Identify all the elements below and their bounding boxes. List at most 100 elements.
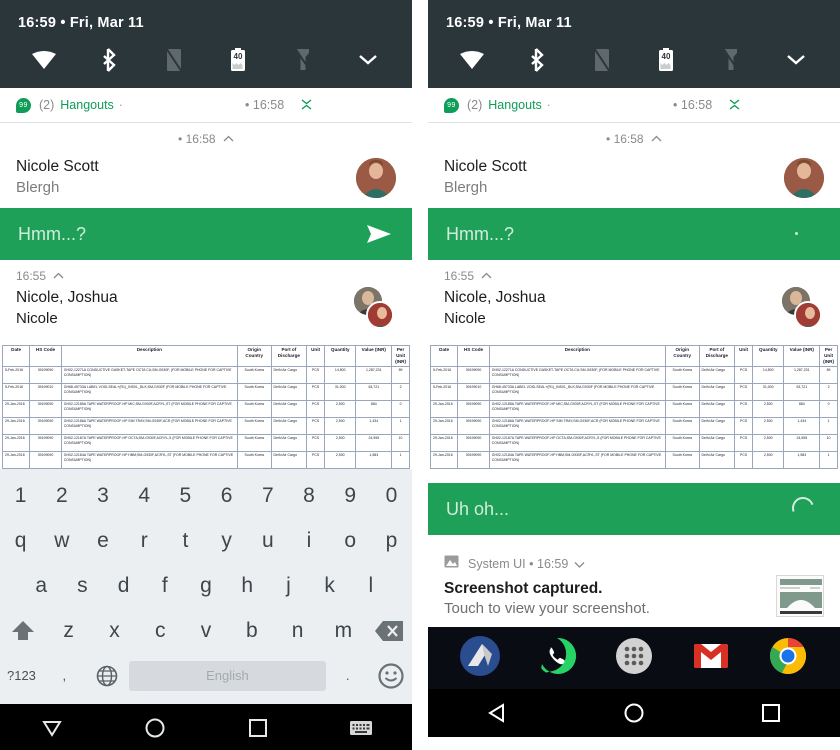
key-n[interactable]: n xyxy=(275,608,321,653)
chevron-down-icon[interactable] xyxy=(350,45,386,75)
back-triangle-icon[interactable] xyxy=(428,702,565,724)
flashlight-off-icon[interactable] xyxy=(285,45,321,75)
battery-40-icon[interactable]: 40 xyxy=(648,45,684,75)
dock-item[interactable] xyxy=(749,636,826,681)
key-b[interactable]: b xyxy=(229,608,275,653)
chrome-icon[interactable] xyxy=(768,636,808,681)
key-u[interactable]: u xyxy=(247,518,288,563)
conversation-1-time-row[interactable]: • 16:58 xyxy=(0,123,412,152)
chevron-up-icon[interactable] xyxy=(651,131,662,145)
conversation-1-row-right[interactable]: Nicole Scott Blergh xyxy=(428,152,840,208)
key-e[interactable]: e xyxy=(82,518,123,563)
conversation-1-row[interactable]: Nicole Scott Blergh xyxy=(0,152,412,208)
conversation-1-time-row-right[interactable]: • 16:58 xyxy=(428,123,840,152)
app-drawer-icon[interactable] xyxy=(614,636,654,681)
key-9[interactable]: 9 xyxy=(330,473,371,518)
key-6[interactable]: 6 xyxy=(206,473,247,518)
news-app-icon[interactable] xyxy=(460,635,501,681)
chevron-down-icon[interactable] xyxy=(778,45,814,75)
dock-item[interactable] xyxy=(442,635,519,681)
wifi-icon[interactable] xyxy=(26,45,62,75)
key-3[interactable]: 3 xyxy=(82,473,123,518)
battery-40-icon[interactable]: 40 xyxy=(220,45,256,75)
flashlight-off-icon[interactable] xyxy=(713,45,749,75)
key-l[interactable]: l xyxy=(350,563,391,608)
chevron-up-icon[interactable] xyxy=(223,131,234,145)
dock-item[interactable] xyxy=(672,636,749,681)
key-k[interactable]: k xyxy=(309,563,350,608)
gmail-icon[interactable] xyxy=(691,636,731,681)
chevron-up-icon[interactable] xyxy=(53,268,64,282)
dock-item[interactable] xyxy=(519,636,596,681)
rotation-locked-icon[interactable] xyxy=(584,45,620,75)
comma-key[interactable]: , xyxy=(43,653,86,698)
key-2[interactable]: 2 xyxy=(41,473,82,518)
key-d[interactable]: d xyxy=(103,563,144,608)
conversation-2-row-right[interactable]: Nicole, Joshua Nicole xyxy=(428,283,840,339)
reply-input-bar-right[interactable]: Hmm...? xyxy=(428,208,840,260)
key-z[interactable]: z xyxy=(46,608,92,653)
globe-icon[interactable] xyxy=(86,665,129,687)
screenshot-thumbnail[interactable] xyxy=(776,575,824,617)
home-dock[interactable] xyxy=(428,627,840,689)
whatsapp-icon[interactable] xyxy=(537,636,577,681)
emoji-icon[interactable] xyxy=(369,662,412,689)
reply-input-bar-left[interactable]: Hmm...? xyxy=(0,208,412,260)
uh-oh-input-bar[interactable]: Uh oh... xyxy=(428,483,840,535)
shift-icon[interactable] xyxy=(0,619,46,643)
back-triangle-icon[interactable] xyxy=(0,717,103,739)
wifi-icon[interactable] xyxy=(454,45,490,75)
conversation-2-time-row-right[interactable]: 16:55 xyxy=(428,260,840,283)
avatar[interactable] xyxy=(350,287,396,333)
key-i[interactable]: i xyxy=(288,518,329,563)
chevron-down-icon[interactable] xyxy=(574,555,585,573)
collapse-icon[interactable] xyxy=(729,97,740,110)
navigation-bar-left[interactable] xyxy=(0,704,412,750)
keyboard-icon[interactable] xyxy=(309,719,412,737)
key-x[interactable]: x xyxy=(92,608,138,653)
key-j[interactable]: j xyxy=(268,563,309,608)
recents-square-icon[interactable] xyxy=(206,718,309,738)
key-m[interactable]: m xyxy=(320,608,366,653)
space-key[interactable]: English xyxy=(128,660,327,691)
notification-group-header-left[interactable]: 99 (2) Hangouts · • 16:58 xyxy=(0,88,412,122)
home-circle-icon[interactable] xyxy=(103,717,206,739)
collapse-icon[interactable] xyxy=(301,97,312,110)
key-o[interactable]: o xyxy=(330,518,371,563)
key-q[interactable]: q xyxy=(0,518,41,563)
navigation-bar-right[interactable] xyxy=(428,689,840,737)
key-4[interactable]: 4 xyxy=(124,473,165,518)
key-t[interactable]: t xyxy=(165,518,206,563)
key-f[interactable]: f xyxy=(144,563,185,608)
key-c[interactable]: c xyxy=(137,608,183,653)
key-5[interactable]: 5 xyxy=(165,473,206,518)
symbols-key[interactable]: ?123 xyxy=(0,653,43,698)
bluetooth-icon[interactable] xyxy=(91,45,127,75)
key-p[interactable]: p xyxy=(371,518,412,563)
recents-square-icon[interactable] xyxy=(703,703,840,723)
avatar[interactable] xyxy=(356,158,396,198)
key-g[interactable]: g xyxy=(185,563,226,608)
avatar[interactable] xyxy=(778,287,824,333)
rotation-locked-icon[interactable] xyxy=(156,45,192,75)
system-ui-notification[interactable]: System UI • 16:59 Screenshot captured. T… xyxy=(428,543,840,627)
dock-item[interactable] xyxy=(596,636,673,681)
key-1[interactable]: 1 xyxy=(0,473,41,518)
backspace-icon[interactable] xyxy=(366,620,412,642)
key-w[interactable]: w xyxy=(41,518,82,563)
key-h[interactable]: h xyxy=(227,563,268,608)
key-s[interactable]: s xyxy=(62,563,103,608)
home-circle-icon[interactable] xyxy=(565,702,702,724)
key-8[interactable]: 8 xyxy=(288,473,329,518)
conversation-2-row[interactable]: Nicole, Joshua Nicole xyxy=(0,283,412,339)
period-key[interactable]: . xyxy=(326,653,369,698)
soft-keyboard[interactable]: 1 2 3 4 5 6 7 8 9 0 q w e r t y u i o p … xyxy=(0,469,412,704)
key-7[interactable]: 7 xyxy=(247,473,288,518)
key-r[interactable]: r xyxy=(124,518,165,563)
notification-group-header-right[interactable]: 99 (2) Hangouts · • 16:58 xyxy=(428,88,840,122)
key-0[interactable]: 0 xyxy=(371,473,412,518)
send-icon[interactable] xyxy=(366,224,392,249)
conversation-2-time-row[interactable]: 16:55 xyxy=(0,260,412,283)
avatar[interactable] xyxy=(784,158,824,198)
key-a[interactable]: a xyxy=(21,563,62,608)
